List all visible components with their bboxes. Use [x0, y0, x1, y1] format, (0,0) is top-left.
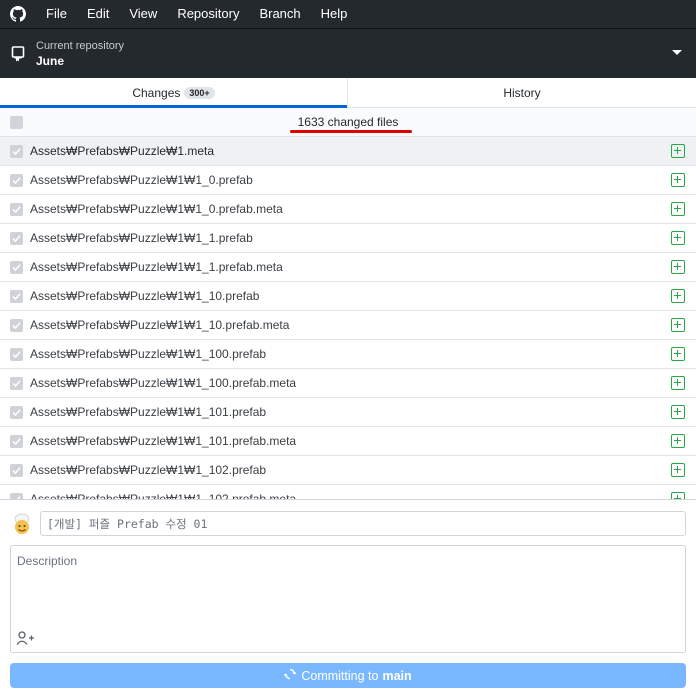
file-added-icon	[671, 144, 685, 158]
file-added-icon	[671, 318, 685, 332]
tab-bar: Changes 300+ History	[0, 78, 696, 108]
menu-help[interactable]: Help	[311, 0, 358, 28]
repo-text: Current repository June	[36, 39, 124, 69]
file-added-icon	[671, 376, 685, 390]
file-checkbox[interactable]	[10, 232, 23, 245]
file-row[interactable]: Assets₩Prefabs₩Puzzle₩1₩1_101.prefab.met…	[0, 427, 696, 456]
changed-files-count: 1633 changed files	[297, 115, 399, 129]
commit-panel: [개발] 퍼즐 Prefab 수정 01 Description Committ…	[0, 499, 696, 696]
current-repository-label: Current repository	[36, 39, 125, 52]
file-checkbox[interactable]	[10, 261, 23, 274]
file-row[interactable]: Assets₩Prefabs₩Puzzle₩1₩1_10.prefab	[0, 282, 696, 311]
current-repository-dropdown[interactable]: Current repository June	[0, 28, 696, 78]
commit-branch-name: main	[382, 668, 412, 683]
file-path: Assets₩Prefabs₩Puzzle₩1₩1_0.prefab	[30, 173, 253, 187]
file-checkbox[interactable]	[10, 145, 23, 158]
file-row[interactable]: Assets₩Prefabs₩Puzzle₩1₩1_0.prefab	[0, 166, 696, 195]
select-all-checkbox[interactable]	[10, 116, 23, 129]
menu-branch[interactable]: Branch	[249, 0, 310, 28]
sync-spinner-icon	[283, 668, 297, 683]
file-path: Assets₩Prefabs₩Puzzle₩1₩1_10.prefab.meta	[30, 318, 290, 332]
file-checkbox[interactable]	[10, 290, 23, 303]
file-added-icon	[671, 405, 685, 419]
menu-bar: File Edit View Repository Branch Help	[0, 0, 696, 28]
file-checkbox[interactable]	[10, 464, 23, 477]
tab-history[interactable]: History	[348, 78, 696, 107]
file-checkbox[interactable]	[10, 174, 23, 187]
file-added-icon	[671, 347, 685, 361]
changed-files-list[interactable]: Assets₩Prefabs₩Puzzle₩1.meta Assets₩Prefa…	[0, 137, 696, 499]
tab-changes[interactable]: Changes 300+	[0, 78, 348, 108]
tab-history-label: History	[503, 85, 541, 100]
file-path: Assets₩Prefabs₩Puzzle₩1₩1_102.prefab.met…	[30, 492, 297, 499]
description-placeholder: Description	[17, 554, 78, 568]
commit-summary-input[interactable]: [개발] 퍼즐 Prefab 수정 01	[40, 511, 686, 536]
file-added-icon	[671, 260, 685, 274]
add-coauthor-icon[interactable]	[16, 630, 36, 646]
commit-button-label: Committing to	[301, 668, 379, 683]
file-row[interactable]: Assets₩Prefabs₩Puzzle₩1₩1_102.prefab.met…	[0, 485, 696, 499]
caret-down-icon	[672, 50, 682, 55]
file-checkbox[interactable]	[10, 435, 23, 448]
file-checkbox[interactable]	[10, 203, 23, 216]
file-row[interactable]: Assets₩Prefabs₩Puzzle₩1₩1_100.prefab.met…	[0, 369, 696, 398]
avatar	[10, 512, 34, 536]
repo-icon	[0, 45, 36, 62]
file-row[interactable]: Assets₩Prefabs₩Puzzle₩1₩1_0.prefab.meta	[0, 195, 696, 224]
file-row[interactable]: Assets₩Prefabs₩Puzzle₩1₩1_101.prefab	[0, 398, 696, 427]
file-added-icon	[671, 492, 685, 499]
file-row[interactable]: Assets₩Prefabs₩Puzzle₩1₩1_1.prefab	[0, 224, 696, 253]
file-checkbox[interactable]	[10, 377, 23, 390]
file-row[interactable]: Assets₩Prefabs₩Puzzle₩1₩1_100.prefab	[0, 340, 696, 369]
file-path: Assets₩Prefabs₩Puzzle₩1₩1_1.prefab.meta	[30, 260, 283, 274]
file-row[interactable]: Assets₩Prefabs₩Puzzle₩1₩1_10.prefab.meta	[0, 311, 696, 340]
file-row[interactable]: Assets₩Prefabs₩Puzzle₩1.meta	[0, 137, 696, 166]
changes-count-badge: 300+	[184, 86, 215, 99]
file-path: Assets₩Prefabs₩Puzzle₩1₩1_0.prefab.meta	[30, 202, 283, 216]
file-path: Assets₩Prefabs₩Puzzle₩1₩1_100.prefab	[30, 347, 267, 361]
file-added-icon	[671, 202, 685, 216]
file-added-icon	[671, 434, 685, 448]
file-path: Assets₩Prefabs₩Puzzle₩1₩1_10.prefab	[30, 289, 260, 303]
file-checkbox[interactable]	[10, 319, 23, 332]
menu-edit[interactable]: Edit	[77, 0, 119, 28]
menu-view[interactable]: View	[119, 0, 167, 28]
menu-file[interactable]: File	[36, 0, 77, 28]
file-path: Assets₩Prefabs₩Puzzle₩1₩1_102.prefab	[30, 463, 267, 477]
file-added-icon	[671, 231, 685, 245]
commit-button[interactable]: Committing to main	[10, 663, 686, 688]
file-checkbox[interactable]	[10, 348, 23, 361]
annotation-underline	[290, 130, 412, 133]
file-path: Assets₩Prefabs₩Puzzle₩1.meta	[30, 144, 215, 158]
file-row[interactable]: Assets₩Prefabs₩Puzzle₩1₩1_1.prefab.meta	[0, 253, 696, 282]
github-logo-icon	[0, 0, 36, 28]
file-added-icon	[671, 289, 685, 303]
tab-changes-label: Changes	[132, 85, 181, 100]
file-row[interactable]: Assets₩Prefabs₩Puzzle₩1₩1_102.prefab	[0, 456, 696, 485]
menu-repository[interactable]: Repository	[167, 0, 249, 28]
file-added-icon	[671, 463, 685, 477]
file-path: Assets₩Prefabs₩Puzzle₩1₩1_101.prefab	[30, 405, 267, 419]
file-path: Assets₩Prefabs₩Puzzle₩1₩1_1.prefab	[30, 231, 253, 245]
commit-description-field[interactable]: Description	[10, 545, 686, 653]
file-added-icon	[671, 173, 685, 187]
file-path: Assets₩Prefabs₩Puzzle₩1₩1_100.prefab.met…	[30, 376, 297, 390]
file-path: Assets₩Prefabs₩Puzzle₩1₩1_101.prefab.met…	[30, 434, 297, 448]
repository-name: June	[36, 53, 65, 68]
file-checkbox[interactable]	[10, 406, 23, 419]
